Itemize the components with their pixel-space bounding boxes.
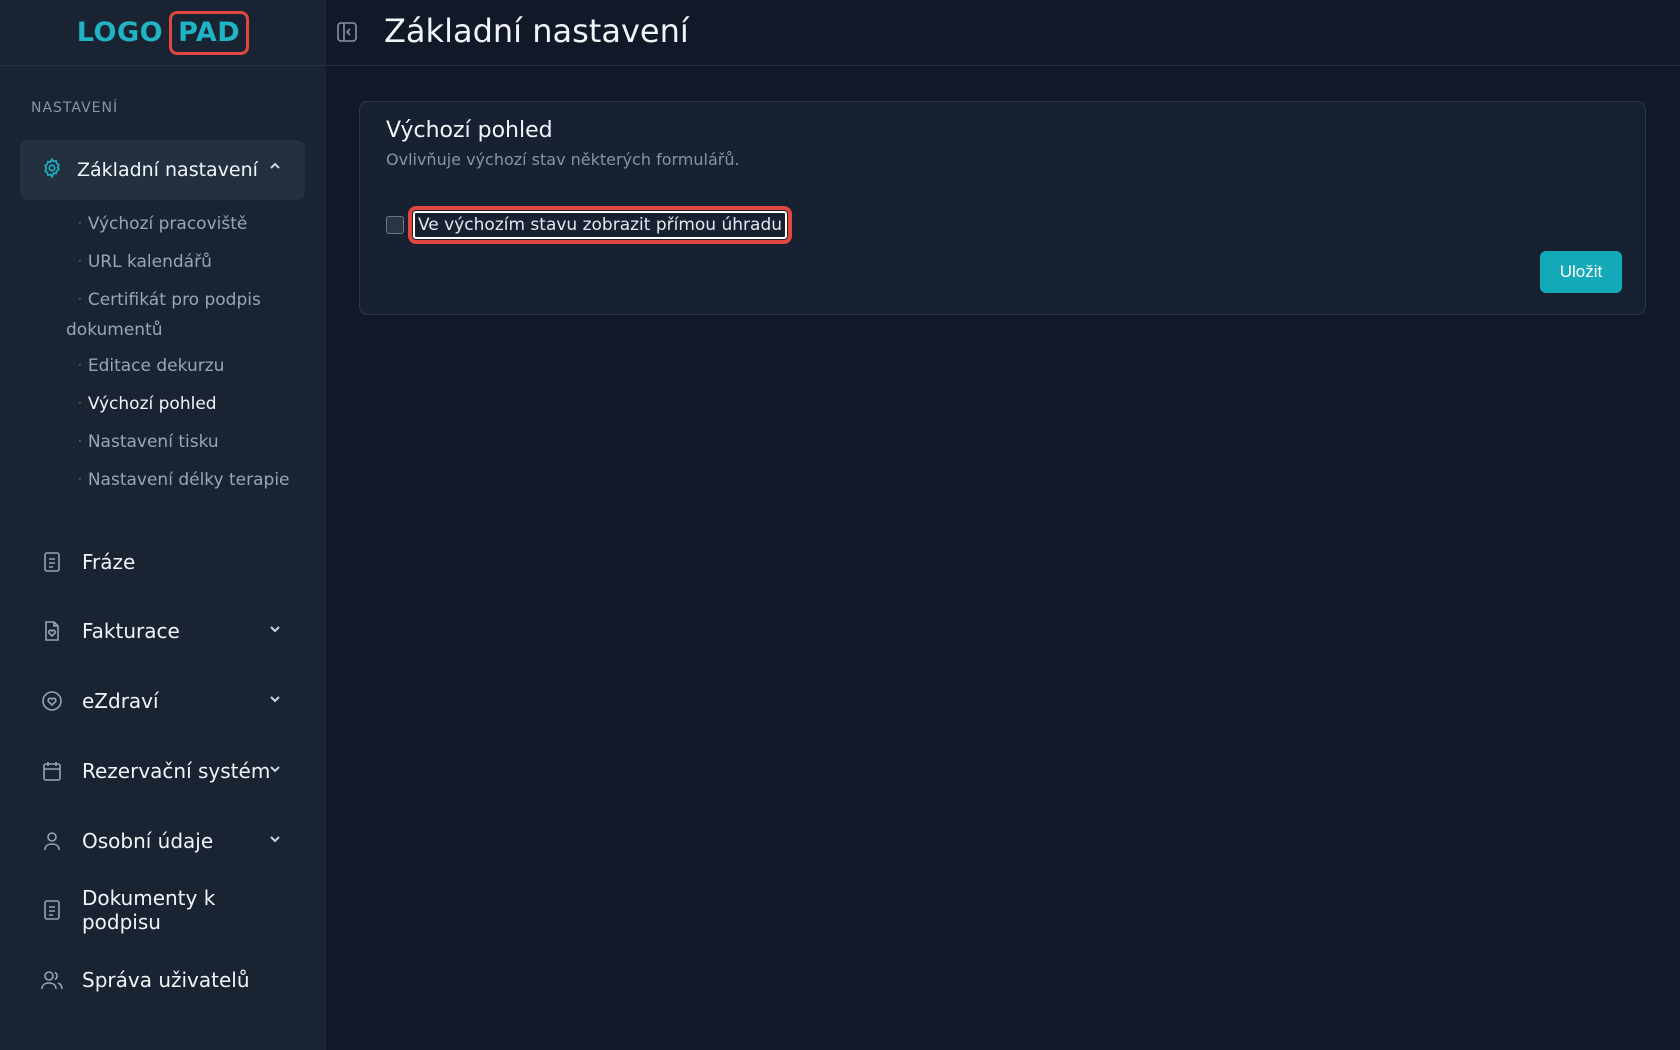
topbar: Základní nastavení — [326, 0, 1680, 66]
sidebar-item-zakladni-nastaveni[interactable]: Základní nastavení — [20, 140, 305, 200]
users-icon — [40, 968, 64, 992]
checkbox-row: Ve výchozím stavu zobrazit přímou úhradu — [386, 206, 793, 244]
gear-icon — [41, 157, 63, 183]
save-button[interactable]: Uložit — [1540, 251, 1622, 293]
card-title: Výchozí pohled — [386, 118, 553, 143]
bullet-icon: · — [78, 396, 82, 410]
sidebar-item-label: Správa uživatelů — [82, 968, 250, 992]
invoice-icon — [40, 619, 64, 643]
subnav-item-label: Editace dekurzu — [87, 356, 225, 376]
bullet-icon: · — [78, 216, 82, 230]
sidebar-item-label: Základní nastavení — [77, 159, 258, 181]
subnav-item-label: Nastavení délky terapie — [87, 470, 290, 490]
subnav-item-vychozi-pohled[interactable]: · Výchozí pohled — [78, 388, 308, 419]
subnav-item-label: Nastavení tisku — [87, 432, 219, 452]
sidebar: LOGO PAD NASTAVENÍ Základní nastavení · V… — [0, 0, 326, 1050]
subnav-item-editace-dekurzu[interactable]: · Editace dekurzu — [78, 350, 308, 381]
direct-payment-checkbox-label[interactable]: Ve výchozím stavu zobrazit přímou úhradu — [413, 211, 788, 239]
bullet-icon: · — [78, 434, 82, 448]
sidebar-item-fraze[interactable]: Fráze — [40, 542, 300, 582]
sidebar-item-label: eZdraví — [82, 689, 159, 713]
sidebar-item-osobni-udaje[interactable]: Osobní údaje — [40, 821, 300, 861]
sidebar-item-fakturace[interactable]: Fakturace — [40, 611, 300, 651]
bullet-icon: · — [78, 254, 82, 268]
card-subtitle: Ovlivňuje výchozí stav některých formulá… — [386, 150, 740, 169]
chevron-up-icon[interactable] — [268, 158, 282, 177]
subnav-item-nastaveni-tisku[interactable]: · Nastavení tisku — [78, 426, 308, 457]
bullet-icon: · — [78, 472, 82, 486]
logo[interactable]: LOGO PAD — [76, 10, 250, 55]
direct-payment-checkbox[interactable] — [386, 216, 404, 234]
logo-text-logo: LOGO — [76, 17, 164, 48]
subnav-item-nastaveni-delky-terapie[interactable]: · Nastavení délky terapie — [78, 464, 308, 495]
subnav-item-label: URL kalendářů — [87, 252, 212, 272]
sidebar-item-label: Osobní údaje — [82, 829, 214, 853]
subnav-item-vychozi-pracoviste[interactable]: · Výchozí pracoviště — [78, 208, 308, 239]
sidebar-item-ezdravi[interactable]: eZdraví — [40, 681, 300, 721]
section-label: NASTAVENÍ — [31, 100, 119, 116]
document-icon — [40, 898, 64, 922]
subnav-item-certifikat[interactable]: · Certifikát pro podpis dokumentů — [66, 284, 308, 345]
bullet-icon: · — [78, 292, 82, 306]
subnav-item-label: Výchozí pohled — [87, 394, 217, 414]
sidebar-item-dokumenty-k-podpisu[interactable]: Dokumenty k podpisu — [40, 886, 300, 934]
heart-circle-icon — [40, 689, 64, 713]
calendar-icon — [40, 759, 64, 783]
subnav-item-url-kalendaru[interactable]: · URL kalendářů — [78, 246, 308, 277]
sidebar-collapse-icon[interactable] — [336, 21, 358, 43]
sidebar-item-label: Fakturace — [82, 619, 180, 643]
subnav-item-label: Certifikát pro podpis dokumentů — [66, 290, 261, 340]
checkbox-label-highlight: Ve výchozím stavu zobrazit přímou úhradu — [408, 206, 793, 244]
page-title: Základní nastavení — [384, 12, 689, 50]
chevron-down-icon[interactable] — [268, 691, 282, 710]
chevron-down-icon[interactable] — [268, 621, 282, 640]
sidebar-item-label: Fráze — [82, 550, 136, 574]
sidebar-item-label: Dokumenty k podpisu — [81, 886, 216, 934]
chevron-down-icon[interactable] — [268, 831, 282, 850]
user-icon — [40, 829, 64, 853]
sidebar-item-label: Rezervační systém — [82, 759, 271, 783]
sidebar-item-sprava-uzivatelu[interactable]: Správa uživatelů — [40, 960, 300, 1000]
sidebar-item-rezervacni-system[interactable]: Rezervační systém — [40, 751, 300, 791]
logo-text-pad: PAD — [169, 10, 250, 55]
chevron-down-icon[interactable] — [268, 761, 282, 780]
document-icon — [40, 550, 64, 574]
bullet-icon: · — [78, 358, 82, 372]
settings-card: Výchozí pohled Ovlivňuje výchozí stav ně… — [359, 101, 1646, 315]
logo-area: LOGO PAD — [0, 0, 326, 66]
subnav-item-label: Výchozí pracoviště — [87, 214, 248, 234]
